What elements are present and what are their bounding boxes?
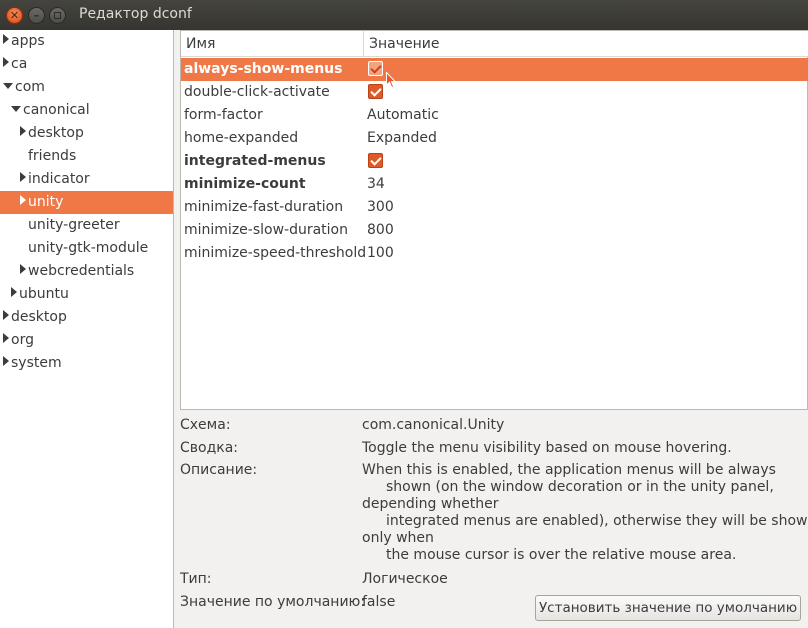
set-default-button[interactable]: Установить значение по умолчанию [535, 595, 801, 621]
schema-label: Схема: [180, 417, 231, 433]
key-name: always-show-menus [184, 61, 343, 77]
key-value[interactable]: Expanded [367, 127, 437, 149]
value-checkbox[interactable] [368, 153, 383, 168]
tree-item[interactable]: com [0, 76, 173, 99]
tree-item-label: com [15, 79, 45, 95]
tree-item-label: apps [11, 33, 45, 49]
tree-item-label: system [11, 355, 62, 371]
key-value[interactable]: 300 [367, 196, 394, 218]
tree-item[interactable]: friends [0, 145, 173, 168]
collapsed-arrow-icon[interactable] [11, 287, 17, 297]
summary-value: Toggle the menu visibility based on mous… [362, 440, 732, 456]
column-header-value[interactable]: Значение [364, 31, 439, 57]
tree-item[interactable]: webcredentials [0, 260, 173, 283]
tree-item-label: org [11, 332, 34, 348]
key-value[interactable]: 800 [367, 219, 394, 241]
description-line: integrated menus are enabled), otherwise… [386, 513, 808, 529]
description-line: shown (on the window decoration or in th… [386, 479, 774, 495]
key-row[interactable]: double-click-activate [181, 81, 808, 104]
key-name: minimize-slow-duration [184, 222, 348, 238]
window-title: Редактор dconf [79, 6, 192, 22]
tree-item-label: unity-greeter [28, 217, 120, 233]
minimize-window-button[interactable]: – [28, 7, 45, 24]
key-list[interactable]: Имя Значение always-show-menus double-cli… [180, 30, 808, 410]
tree-item[interactable]: unity [0, 191, 173, 214]
description-line: only when [362, 530, 434, 546]
tree-item[interactable]: desktop [0, 306, 173, 329]
collapsed-arrow-icon[interactable] [3, 356, 9, 366]
tree-item-label: desktop [28, 125, 84, 141]
tree-item-label: ubuntu [19, 286, 69, 302]
key-name: integrated-menus [184, 153, 326, 169]
tree-item[interactable]: org [0, 329, 173, 352]
key-name: minimize-count [184, 176, 306, 192]
tree-item-label: ca [11, 56, 28, 72]
key-name: minimize-speed-threshold [184, 245, 367, 261]
tree-item[interactable]: system [0, 352, 173, 375]
collapsed-arrow-icon[interactable] [20, 172, 26, 182]
collapsed-arrow-icon[interactable] [20, 126, 26, 136]
default-label: Значение по умолчанию: [180, 594, 366, 610]
type-value: Логическое [362, 571, 448, 587]
title-bar[interactable]: ✕ – Редактор dconf [0, 0, 808, 30]
key-name: double-click-activate [184, 84, 330, 100]
tree-item[interactable]: apps [0, 30, 173, 53]
key-name: minimize-fast-duration [184, 199, 344, 215]
key-row[interactable]: form-factor Automatic [181, 104, 808, 127]
tree-item-label: canonical [23, 102, 90, 118]
tree-item[interactable]: ubuntu [0, 283, 173, 306]
key-row[interactable]: minimize-fast-duration 300 [181, 196, 808, 219]
key-row[interactable]: always-show-menus [181, 58, 808, 81]
tree-item-label: friends [28, 148, 77, 164]
key-name: form-factor [184, 107, 263, 123]
key-row[interactable]: integrated-menus [181, 150, 808, 173]
key-row[interactable]: home-expanded Expanded [181, 127, 808, 150]
tree-item[interactable]: desktop [0, 122, 173, 145]
collapsed-arrow-icon[interactable] [20, 195, 26, 205]
value-checkbox[interactable] [368, 84, 383, 99]
close-window-button[interactable]: ✕ [6, 7, 23, 24]
tree-item[interactable]: unity-greeter [0, 214, 173, 237]
tree-item-label: webcredentials [28, 263, 135, 279]
tree-item-label: desktop [11, 309, 67, 325]
collapsed-arrow-icon[interactable] [3, 34, 9, 44]
tree-item[interactable]: unity-gtk-module [0, 237, 173, 260]
tree-item[interactable]: canonical [0, 99, 173, 122]
tree-item[interactable]: ca [0, 53, 173, 76]
key-row[interactable]: minimize-speed-threshold 100 [181, 242, 808, 265]
key-value[interactable]: 100 [367, 242, 394, 264]
maximize-icon [54, 12, 61, 19]
tree-item-label: unity [28, 194, 64, 210]
column-header-name[interactable]: Имя [181, 31, 364, 57]
summary-label: Сводка: [180, 440, 239, 456]
key-row[interactable]: minimize-slow-duration 800 [181, 219, 808, 242]
key-row[interactable]: minimize-count 34 [181, 173, 808, 196]
description-value: When this is enabled, the application me… [362, 462, 808, 564]
type-label: Тип: [180, 571, 212, 587]
key-value[interactable]: Automatic [367, 104, 439, 126]
tree-item-label: unity-gtk-module [28, 240, 149, 256]
collapsed-arrow-icon[interactable] [3, 310, 9, 320]
key-list-header: Имя Значение [181, 31, 808, 57]
tree-item-label: indicator [28, 171, 90, 187]
schema-tree[interactable]: apps ca com canonical desktop friends indicato… [0, 30, 174, 628]
description-label: Описание: [180, 462, 258, 478]
schema-value: com.canonical.Unity [362, 417, 505, 433]
description-line: When this is enabled, the application me… [362, 462, 776, 478]
description-line: depending whether [362, 496, 499, 512]
tree-item[interactable]: indicator [0, 168, 173, 191]
default-value: false [362, 594, 396, 610]
expanded-arrow-icon[interactable] [3, 83, 13, 89]
value-checkbox[interactable] [368, 61, 383, 76]
description-line: the mouse cursor is over the relative mo… [386, 547, 737, 563]
dconf-editor-window: ✕ – Редактор dconf apps ca com canonical des… [0, 0, 808, 628]
key-value[interactable]: 34 [367, 173, 385, 195]
key-name: home-expanded [184, 130, 299, 146]
expanded-arrow-icon[interactable] [11, 106, 21, 112]
collapsed-arrow-icon[interactable] [20, 264, 26, 274]
collapsed-arrow-icon[interactable] [3, 333, 9, 343]
collapsed-arrow-icon[interactable] [3, 57, 9, 67]
maximize-window-button[interactable] [49, 7, 66, 24]
